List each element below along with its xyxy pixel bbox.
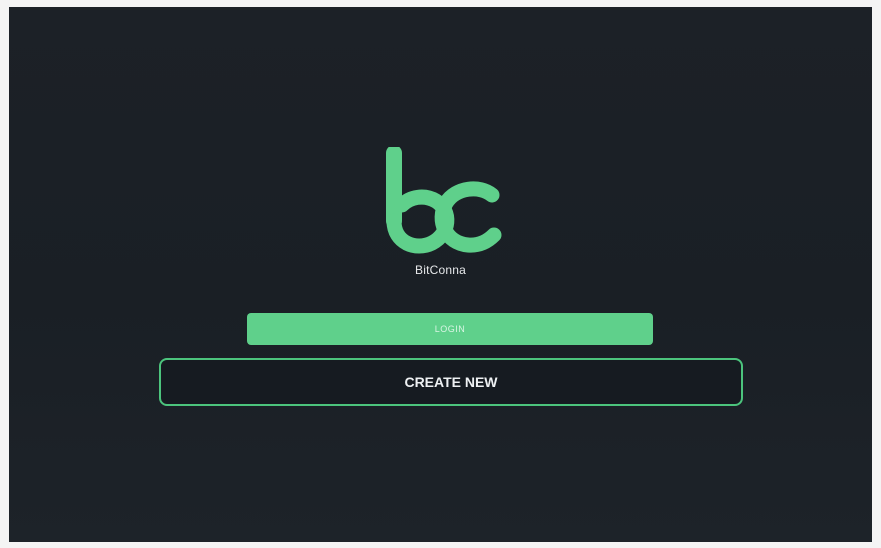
logo-block: BitConna (9, 147, 872, 277)
bitconna-logo-icon (385, 147, 501, 254)
brand-name: BitConna (415, 263, 466, 277)
login-screen: BitConna LOGIN CREATE NEW (9, 7, 872, 542)
create-new-button[interactable]: CREATE NEW (159, 358, 743, 406)
login-button[interactable]: LOGIN (247, 313, 653, 345)
